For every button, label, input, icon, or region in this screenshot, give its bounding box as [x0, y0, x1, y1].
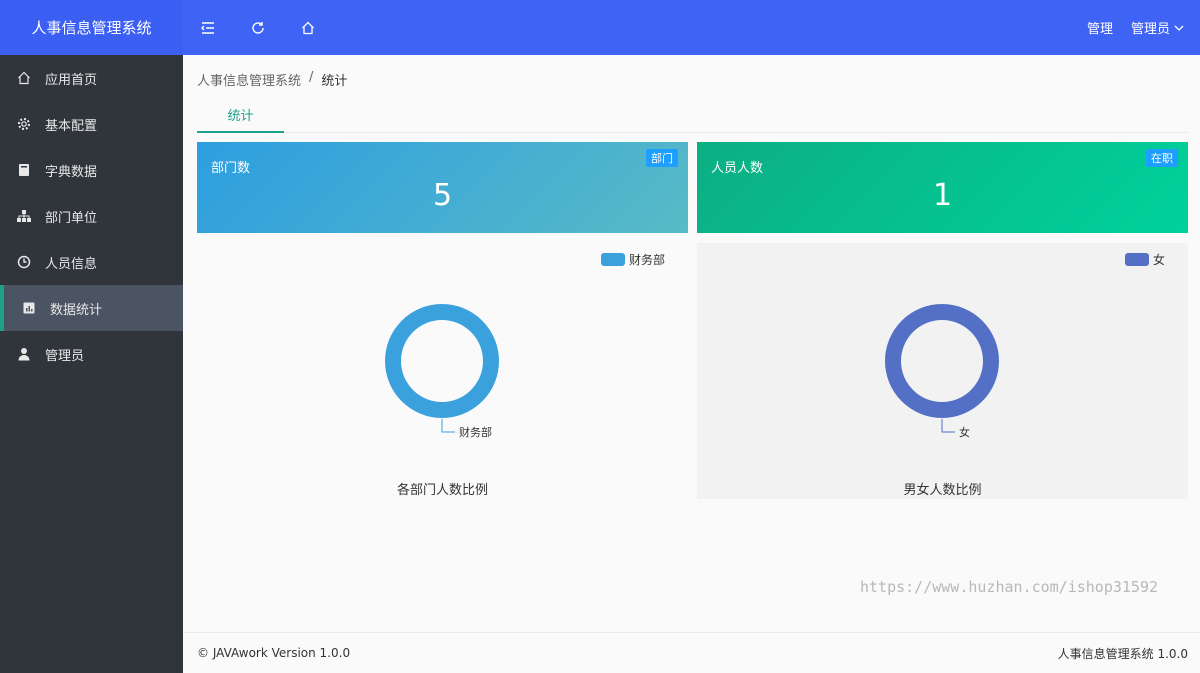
- top-bar: 人事信息管理系统 管理 管理员: [0, 0, 1200, 55]
- user-menu[interactable]: 管理员: [1131, 18, 1184, 37]
- sidebar-item-label: 管理员: [45, 348, 85, 364]
- user-icon: [16, 346, 32, 362]
- clock-icon: [16, 254, 32, 270]
- manage-link[interactable]: 管理: [1087, 18, 1113, 37]
- user-name: 管理员: [1130, 22, 1170, 37]
- sidebar-item-label: 基本配置: [45, 118, 98, 134]
- sidebar-item-admin[interactable]: 管理员: [0, 331, 183, 377]
- main-content: 人事信息管理系统 / 统计 统计 部门数 部门 5 人员人数 在职 1 财务部 …: [183, 55, 1200, 632]
- home-icon: [16, 70, 32, 86]
- breadcrumb-root[interactable]: 人事信息管理系统: [197, 70, 301, 89]
- label-leader-line: [941, 419, 955, 433]
- gear-icon: [16, 116, 32, 132]
- pie-slice[interactable]: [885, 304, 999, 418]
- sidebar-item-label: 字典数据: [45, 164, 98, 180]
- sidebar-item-personnel[interactable]: 人员信息: [0, 239, 183, 285]
- breadcrumb-separator: /: [309, 70, 314, 85]
- slice-label: 女: [959, 425, 970, 439]
- org-chart-icon: [16, 208, 32, 224]
- book-icon: [16, 162, 32, 178]
- chart-panel-department: 财务部 财务部 各部门人数比例: [197, 243, 688, 499]
- sidebar-item-config[interactable]: 基本配置: [0, 101, 183, 147]
- card-title: 部门数: [211, 161, 251, 176]
- tab-bar: 统计: [197, 97, 1187, 133]
- footer-app-version: 人事信息管理系统 1.0.0: [1057, 646, 1188, 661]
- chart-panel-gender: 女 女 男女人数比例: [697, 243, 1188, 499]
- slice-label: 财务部: [459, 425, 492, 439]
- chart-title: 男女人数比例: [903, 483, 982, 498]
- footer-version: © JAVAwork Version 1.0.0: [197, 646, 351, 660]
- stat-card-departments: 部门数 部门 5: [197, 142, 688, 233]
- pie-slice[interactable]: [385, 304, 499, 418]
- home-icon[interactable]: [283, 0, 333, 55]
- app-logo-title[interactable]: 人事信息管理系统: [0, 0, 183, 55]
- chart-title: 各部门人数比例: [396, 483, 488, 498]
- chart-icon: [21, 300, 37, 316]
- tab-statistics[interactable]: 统计: [197, 97, 284, 133]
- sidebar-item-label: 部门单位: [45, 210, 98, 226]
- chevron-down-icon: [1174, 25, 1184, 31]
- sidebar-item-label: 应用首页: [45, 72, 98, 88]
- sidebar-item-label: 人员信息: [45, 256, 98, 272]
- sidebar-item-label: 数据统计: [50, 302, 103, 318]
- menu-fold-icon[interactable]: [183, 0, 233, 55]
- card-value: 1: [932, 178, 953, 213]
- sidebar-item-department[interactable]: 部门单位: [0, 193, 183, 239]
- breadcrumb-current: 统计: [321, 74, 348, 89]
- card-badge: 部门: [646, 149, 678, 167]
- sidebar-item-statistics[interactable]: 数据统计: [0, 285, 183, 331]
- footer: © JAVAwork Version 1.0.0 人事信息管理系统 1.0.0: [183, 632, 1200, 673]
- donut-chart-department: 财务部: [385, 304, 499, 439]
- watermark-text: https://www.huzhan.com/ishop31592: [860, 578, 1159, 596]
- donut-chart-gender: 女: [885, 304, 999, 439]
- sidebar: 应用首页 基本配置 字典数据 部门单位 人员信息 数据统计 管理员: [0, 55, 183, 673]
- card-title: 人员人数: [711, 161, 764, 176]
- breadcrumb: 人事信息管理系统 / 统计: [197, 70, 347, 89]
- card-value: 5: [432, 178, 453, 213]
- label-leader-line: [441, 419, 455, 433]
- refresh-icon[interactable]: [233, 0, 283, 55]
- sidebar-item-dictionary[interactable]: 字典数据: [0, 147, 183, 193]
- sidebar-item-home[interactable]: 应用首页: [0, 55, 183, 101]
- stat-card-personnel: 人员人数 在职 1: [697, 142, 1188, 233]
- card-badge: 在职: [1146, 149, 1178, 167]
